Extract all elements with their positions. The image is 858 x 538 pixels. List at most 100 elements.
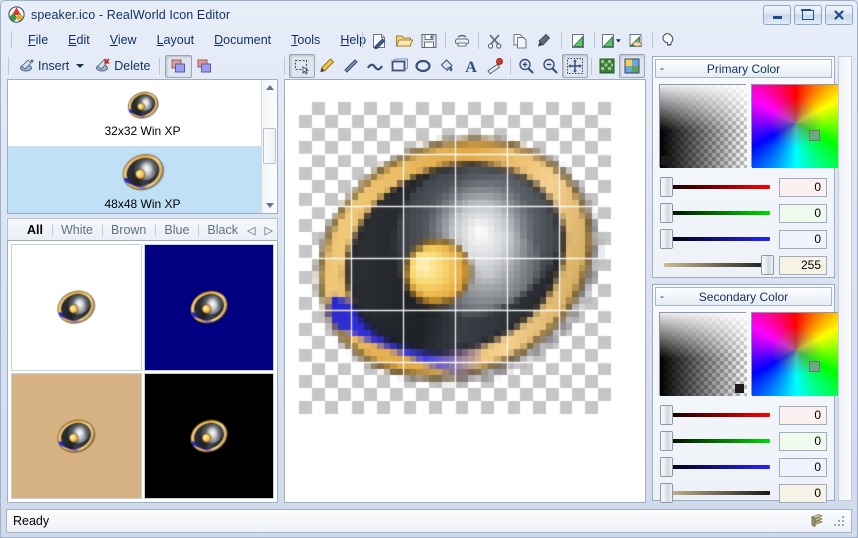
undo-page-icon[interactable] bbox=[566, 30, 590, 52]
secondary-hue-picker[interactable] bbox=[751, 312, 839, 396]
alpha-slider-rail[interactable] bbox=[660, 254, 774, 276]
paste-brush-icon[interactable] bbox=[533, 30, 557, 52]
primary-alpha-luminance-picker[interactable] bbox=[659, 84, 747, 168]
tab-next-arrow-icon[interactable]: ▷ bbox=[264, 224, 272, 237]
red-value[interactable]: 0 bbox=[779, 405, 827, 425]
marquee-select-icon[interactable] bbox=[289, 54, 315, 78]
lightbulb-icon[interactable] bbox=[657, 30, 681, 52]
secondary-color-header[interactable]: - Secondary Color bbox=[655, 287, 832, 306]
tab-black[interactable]: Black bbox=[198, 221, 247, 239]
list-item[interactable]: 32x32 Win XP bbox=[8, 80, 277, 146]
paint-bucket-icon[interactable] bbox=[435, 55, 459, 77]
move-arrows-icon[interactable] bbox=[562, 54, 588, 78]
grid-icon[interactable] bbox=[595, 55, 619, 77]
preview-image bbox=[178, 405, 239, 466]
menu-view[interactable]: View bbox=[101, 30, 146, 50]
alpha-slider-handle[interactable] bbox=[761, 255, 774, 275]
green-slider-rail[interactable] bbox=[660, 202, 774, 224]
menu-edit[interactable]: Edit bbox=[59, 30, 99, 50]
airbrush-icon[interactable] bbox=[483, 55, 507, 77]
magnifier-minus-icon[interactable] bbox=[538, 55, 562, 77]
curve-icon[interactable] bbox=[363, 55, 387, 77]
secondary-alpha-luminance-picker[interactable] bbox=[659, 312, 747, 396]
hand-page-icon[interactable] bbox=[624, 30, 648, 52]
green-value[interactable]: 0 bbox=[779, 431, 827, 451]
red-value[interactable]: 0 bbox=[779, 177, 827, 197]
open-folder-icon[interactable] bbox=[392, 30, 416, 52]
blue-slider-handle[interactable] bbox=[660, 229, 673, 249]
alpha-value[interactable]: 0 bbox=[779, 483, 827, 503]
list-item[interactable]: 48x48 Win XP bbox=[8, 147, 277, 213]
preview-cell-white[interactable] bbox=[11, 244, 142, 371]
minimize-button[interactable] bbox=[763, 4, 791, 25]
scroll-down-arrow[interactable] bbox=[262, 198, 277, 213]
tab-brown[interactable]: Brown bbox=[101, 221, 155, 239]
chevron-down-icon[interactable] bbox=[76, 64, 85, 68]
floppy-disk-icon[interactable] bbox=[417, 30, 441, 52]
blue-slider-rail[interactable] bbox=[660, 228, 774, 250]
layers-side-icon[interactable] bbox=[192, 56, 217, 77]
text-a-icon[interactable]: A bbox=[459, 55, 483, 77]
collapse-toggle[interactable]: - bbox=[660, 289, 664, 303]
menu-tools[interactable]: Tools bbox=[282, 30, 329, 50]
magnifier-plus-icon[interactable] bbox=[514, 55, 538, 77]
rectangle-icon[interactable] bbox=[387, 55, 411, 77]
tab-blue[interactable]: Blue bbox=[155, 221, 198, 239]
green-value[interactable]: 0 bbox=[779, 203, 827, 223]
scissors-icon[interactable] bbox=[483, 30, 507, 52]
blue-slider-rail[interactable] bbox=[660, 456, 774, 478]
line-icon[interactable] bbox=[339, 55, 363, 77]
layers-scrollbar[interactable] bbox=[261, 80, 277, 213]
ellipse-icon[interactable] bbox=[411, 55, 435, 77]
blue-value[interactable]: 0 bbox=[779, 229, 827, 249]
menu-file[interactable]: File bbox=[19, 30, 57, 50]
menu-layout[interactable]: Layout bbox=[148, 30, 204, 50]
preview-cell-blue[interactable] bbox=[143, 244, 274, 371]
copy-pages-icon[interactable] bbox=[508, 30, 532, 52]
tab-all[interactable]: All bbox=[18, 221, 52, 239]
collapse-toggle[interactable]: - bbox=[660, 61, 664, 75]
tab-prev-arrow-icon[interactable]: ◁ bbox=[247, 224, 255, 237]
resize-grip-icon[interactable] bbox=[833, 515, 845, 527]
red-slider-rail[interactable] bbox=[660, 404, 774, 426]
menu-document[interactable]: Document bbox=[205, 30, 280, 50]
green-slider-handle[interactable] bbox=[660, 431, 673, 451]
scrollbar-thumb[interactable] bbox=[263, 128, 276, 164]
alpha-slider-rail[interactable] bbox=[660, 482, 774, 504]
picker-marker[interactable] bbox=[661, 156, 670, 165]
scroll-up-arrow[interactable] bbox=[262, 80, 277, 95]
pencil-icon[interactable] bbox=[315, 55, 339, 77]
alpha-slider-handle[interactable] bbox=[660, 483, 673, 503]
canvas-viewport[interactable] bbox=[284, 79, 646, 503]
layers-overlay-icon[interactable] bbox=[165, 54, 193, 78]
grid-preview-icon[interactable] bbox=[619, 54, 645, 78]
color-panel-scrollbar[interactable] bbox=[838, 56, 852, 501]
primary-hue-picker[interactable] bbox=[751, 84, 839, 168]
tab-white[interactable]: White bbox=[51, 221, 102, 239]
maximize-button[interactable] bbox=[794, 4, 822, 25]
green-slider-handle[interactable] bbox=[660, 203, 673, 223]
red-slider-handle[interactable] bbox=[660, 177, 673, 197]
red-slider-rail[interactable] bbox=[660, 176, 774, 198]
slider-blue: 0 bbox=[660, 454, 827, 480]
layers-list[interactable]: 32x32 Win XP 48x48 Win XP bbox=[7, 79, 278, 214]
blue-value[interactable]: 0 bbox=[779, 457, 827, 477]
icon-editing-canvas[interactable] bbox=[285, 80, 625, 424]
picker-marker[interactable] bbox=[735, 384, 744, 393]
new-document-pencil-icon[interactable] bbox=[367, 30, 391, 52]
blue-slider-handle[interactable] bbox=[660, 457, 673, 477]
green-slider-rail[interactable] bbox=[660, 430, 774, 452]
printer-icon[interactable] bbox=[450, 30, 474, 52]
picker-marker[interactable] bbox=[809, 361, 820, 372]
layers-stack-icon[interactable] bbox=[809, 513, 825, 529]
picker-marker[interactable] bbox=[809, 130, 820, 141]
alpha-value[interactable]: 255 bbox=[779, 255, 827, 275]
red-slider-handle[interactable] bbox=[660, 405, 673, 425]
close-button[interactable] bbox=[825, 4, 853, 25]
preview-cell-brown[interactable] bbox=[11, 372, 142, 499]
preview-cell-black[interactable] bbox=[143, 372, 274, 499]
delete-layer-button[interactable]: Delete bbox=[90, 56, 154, 76]
redo-page-dropdown-icon[interactable] bbox=[599, 30, 623, 52]
primary-color-header[interactable]: - Primary Color bbox=[655, 59, 832, 78]
insert-layer-button[interactable]: Insert bbox=[14, 56, 90, 76]
